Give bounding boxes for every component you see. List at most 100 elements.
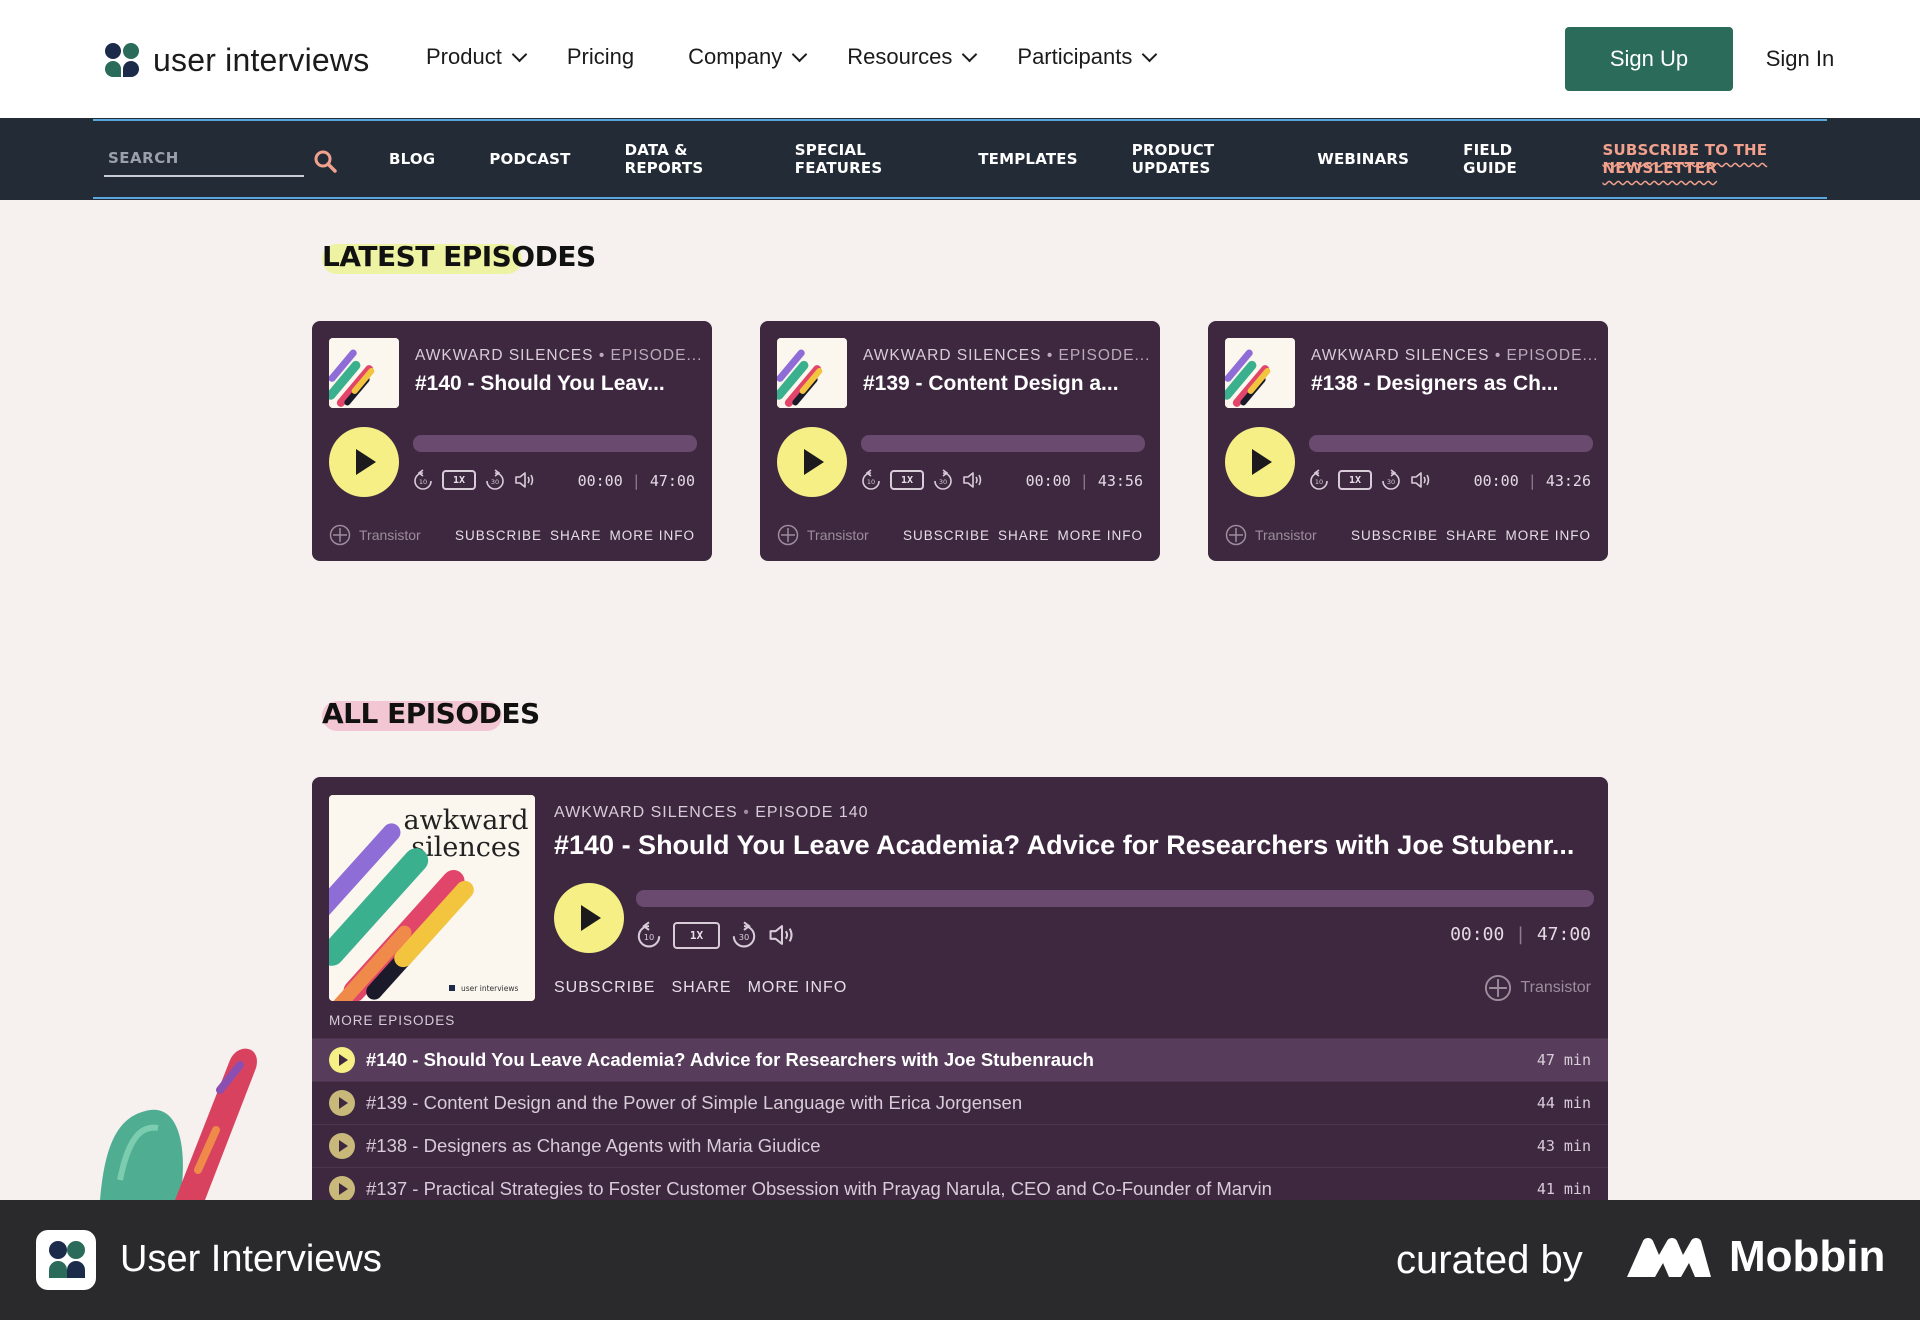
player-show-name: AWKWARD SILENCES <box>554 804 738 821</box>
subnav-special-features[interactable]: SPECIAL FEATURES <box>795 141 924 177</box>
total-time: 47:00 <box>649 472 695 490</box>
nav-resources-label: Resources <box>847 44 953 69</box>
play-icon[interactable] <box>329 1176 355 1202</box>
site-logo[interactable]: user interviews <box>105 42 369 79</box>
volume-icon[interactable] <box>514 470 536 490</box>
episode-list-item[interactable]: #139 - Content Design and the Power of S… <box>312 1081 1608 1124</box>
play-button[interactable] <box>554 883 624 953</box>
transistor-brand[interactable]: Transistor <box>1484 974 1591 1002</box>
nav-participants[interactable]: Participants <box>1017 44 1158 70</box>
subscribe-link[interactable]: SUBSCRIBE <box>554 979 655 997</box>
play-button[interactable] <box>1225 427 1295 497</box>
episode-list-title: #140 - Should You Leave Academia? Advice… <box>366 1049 1094 1070</box>
player-episode-title[interactable]: #140 - Should You Leave Academia? Advice… <box>554 830 1594 861</box>
subnav-templates[interactable]: TEMPLATES <box>978 150 1077 168</box>
podcast-artwork <box>777 338 847 408</box>
playback-rate-button[interactable]: 1X <box>1338 470 1372 490</box>
forward-30-icon[interactable]: 30 <box>485 469 505 491</box>
play-icon[interactable] <box>329 1090 355 1116</box>
episode-list-item[interactable]: #140 - Should You Leave Academia? Advice… <box>312 1038 1608 1081</box>
card-episode-title[interactable]: #140 - Should You Leav... <box>415 372 697 396</box>
rewind-10-icon[interactable]: 10 <box>861 469 881 491</box>
card-show-line: AWKWARD SILENCES • EPISODE... <box>415 347 703 364</box>
subscribe-link[interactable]: SUBSCRIBE <box>1351 528 1438 543</box>
rewind-10-icon[interactable]: 10 <box>1309 469 1329 491</box>
play-icon[interactable] <box>329 1133 355 1159</box>
more-info-link[interactable]: MORE INFO <box>748 979 848 997</box>
card-show-line: AWKWARD SILENCES • EPISODE... <box>1311 347 1599 364</box>
progress-track[interactable] <box>861 435 1145 452</box>
play-button[interactable] <box>329 427 399 497</box>
time-readout: 00:00 | 47:00 <box>1450 924 1591 945</box>
volume-icon[interactable] <box>962 470 984 490</box>
playback-rate-button[interactable]: 1X <box>442 470 476 490</box>
player-controls: 10 1X 30 <box>861 469 984 491</box>
player-show-line: AWKWARD SILENCES • EPISODE 140 <box>554 804 869 821</box>
subnav-data-reports[interactable]: DATA & REPORTS <box>625 141 741 177</box>
episode-duration: 41 min <box>1536 1180 1591 1198</box>
volume-icon[interactable] <box>1410 470 1432 490</box>
chevron-down-icon <box>791 46 808 62</box>
episode-list-item[interactable]: #138 - Designers as Change Agents with M… <box>312 1124 1608 1167</box>
volume-icon[interactable] <box>768 922 796 948</box>
player-links: SUBSCRIBE SHARE MORE INFO <box>554 979 847 997</box>
nav-resources[interactable]: Resources <box>847 44 978 70</box>
transistor-brand[interactable]: Transistor <box>329 524 421 546</box>
time-readout: 00:00 | 47:00 <box>577 472 695 490</box>
playback-rate-button[interactable]: 1X <box>890 470 924 490</box>
share-link[interactable]: SHARE <box>550 528 602 543</box>
card-episode-title[interactable]: #139 - Content Design a... <box>863 372 1145 396</box>
card-episode-title[interactable]: #138 - Designers as Ch... <box>1311 372 1593 396</box>
episode-card: AWKWARD SILENCES • EPISODE... #139 - Con… <box>760 321 1160 561</box>
podcast-artwork-large: awkward silences user interviews <box>329 795 535 1001</box>
forward-30-icon[interactable]: 30 <box>1381 469 1401 491</box>
brand-label: Transistor <box>359 527 421 543</box>
progress-track[interactable] <box>1309 435 1593 452</box>
sign-up-button[interactable]: Sign Up <box>1565 27 1733 91</box>
episode-list-title: #138 - Designers as Change Agents with M… <box>366 1135 821 1156</box>
current-time: 00:00 <box>1025 472 1071 490</box>
search-input[interactable] <box>104 143 264 173</box>
forward-30-icon[interactable]: 30 <box>933 469 953 491</box>
more-info-link[interactable]: MORE INFO <box>610 528 696 543</box>
forward-30-icon[interactable]: 30 <box>731 921 757 949</box>
transistor-brand[interactable]: Transistor <box>1225 524 1317 546</box>
episode-duration: 43 min <box>1536 1137 1591 1155</box>
nav-pricing[interactable]: Pricing <box>567 44 634 70</box>
subnav-blog[interactable]: BLOG <box>389 150 435 168</box>
subscribe-link[interactable]: SUBSCRIBE <box>903 528 990 543</box>
subscribe-link[interactable]: SUBSCRIBE <box>455 528 542 543</box>
subnav-product-updates[interactable]: PRODUCT UPDATES <box>1132 141 1263 177</box>
card-show-line: AWKWARD SILENCES • EPISODE... <box>863 347 1151 364</box>
play-button[interactable] <box>777 427 847 497</box>
decorative-hand-illustration <box>100 1048 257 1200</box>
more-info-link[interactable]: MORE INFO <box>1058 528 1144 543</box>
subnav-podcast[interactable]: PODCAST <box>489 150 570 168</box>
subnav-newsletter[interactable]: SUBSCRIBE TO THE NEWSLETTER <box>1603 141 1827 177</box>
card-episode-label: EPISODE... <box>1058 347 1151 364</box>
search-icon[interactable] <box>313 149 337 173</box>
more-info-link[interactable]: MORE INFO <box>1506 528 1592 543</box>
share-link[interactable]: SHARE <box>1446 528 1498 543</box>
chevron-down-icon <box>1142 46 1158 62</box>
share-link[interactable]: SHARE <box>998 528 1050 543</box>
nav-company[interactable]: Company <box>688 44 808 70</box>
transistor-brand[interactable]: Transistor <box>777 524 869 546</box>
subnav-field-guide[interactable]: FIELD GUIDE <box>1463 141 1548 177</box>
svg-text:10: 10 <box>1315 478 1323 486</box>
sign-in-button[interactable]: Sign In <box>1733 27 1867 91</box>
card-show-name: AWKWARD SILENCES <box>863 347 1042 364</box>
playback-rate-button[interactable]: 1X <box>673 921 720 949</box>
subnav-webinars[interactable]: WEBINARS <box>1317 150 1409 168</box>
progress-track[interactable] <box>636 890 1594 907</box>
share-link[interactable]: SHARE <box>671 979 731 997</box>
rewind-10-icon[interactable]: 10 <box>413 469 433 491</box>
all-episodes-heading: ALL EPISODES <box>322 697 540 731</box>
nav-product[interactable]: Product <box>426 44 528 70</box>
rewind-10-icon[interactable]: 10 <box>636 921 662 949</box>
play-icon[interactable] <box>329 1047 355 1073</box>
art-credit: user interviews <box>461 984 518 993</box>
progress-track[interactable] <box>413 435 697 452</box>
subnav-links: BLOG PODCAST DATA & REPORTS SPECIAL FEAT… <box>389 121 1827 197</box>
current-time: 00:00 <box>1450 924 1505 945</box>
